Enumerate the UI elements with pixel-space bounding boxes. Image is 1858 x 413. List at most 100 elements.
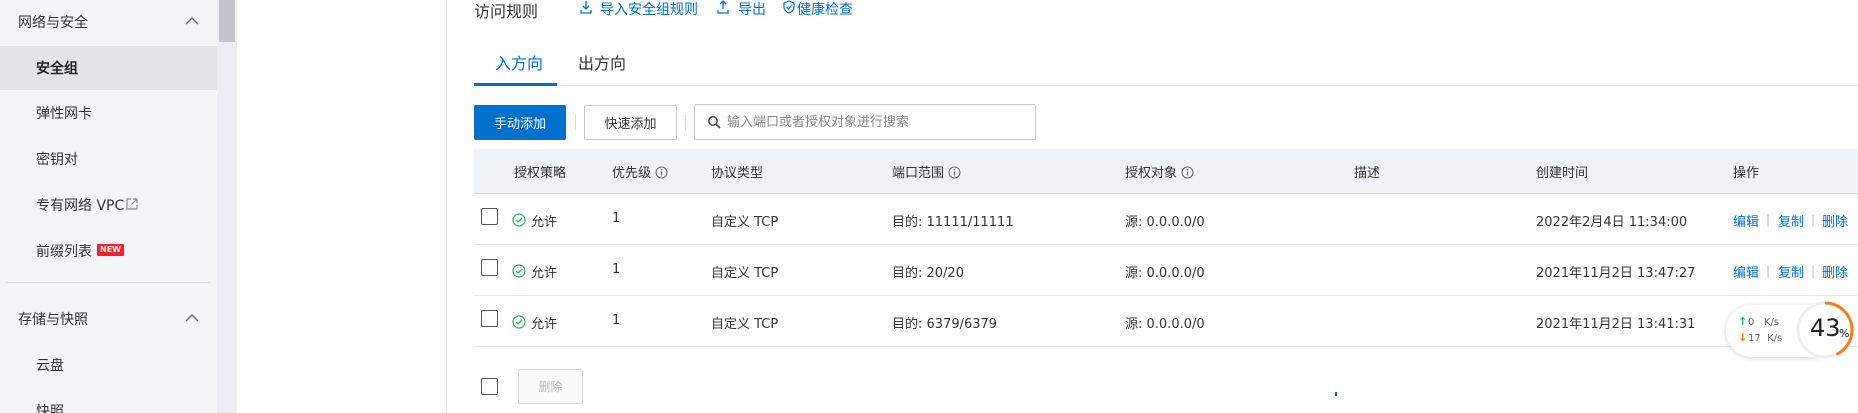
cell-priority: 1 — [612, 211, 621, 226]
download-value: 17 — [1748, 333, 1761, 344]
copy-link[interactable]: 复制 — [1778, 262, 1804, 281]
upload-speed: ↑0 K/s — [1738, 315, 1779, 328]
action-separator: | — [1766, 213, 1771, 227]
column-header-description: 描述 — [1354, 166, 1381, 181]
allow-check-icon — [512, 315, 526, 329]
info-icon[interactable] — [948, 166, 961, 179]
info-icon[interactable] — [1181, 166, 1194, 179]
sidebar-group-storage-snapshot[interactable]: 存储与快照 — [0, 297, 217, 341]
health-check-link[interactable]: 健康检查 — [797, 0, 853, 19]
section-title: 访问规则 — [474, 2, 539, 21]
allow-check-icon — [512, 213, 526, 227]
table-row: 允许 1 自定义 TCP 目的: 11111/11111 源: 0.0.0.0/… — [474, 194, 1858, 245]
column-header-label: 端口范围 — [892, 166, 945, 181]
chevron-up-icon — [185, 17, 199, 25]
download-unit: K/s — [1767, 333, 1783, 344]
upload-value: 0 — [1748, 317, 1755, 328]
sidebar-item-label: 前缀列表 — [36, 244, 92, 260]
sidebar-item-label: 专有网络 VPC — [36, 198, 125, 214]
stray-dot — [1335, 392, 1337, 396]
sidebar: 网络与安全 安全组 弹性网卡 密钥对 专有网络 VPC 前缀列表 NEW 存储与… — [0, 0, 237, 413]
cell-created: 2022年2月4日 11:34:00 — [1536, 215, 1688, 230]
cpu-unit: % — [1839, 327, 1850, 340]
cell-protocol: 自定义 TCP — [711, 215, 779, 230]
cell-source: 源: 0.0.0.0/0 — [1125, 317, 1205, 332]
delete-link[interactable]: 删除 — [1822, 262, 1848, 281]
table-row: 允许 1 自定义 TCP 目的: 6379/6379 源: 0.0.0.0/0 … — [474, 296, 1858, 347]
chevron-up-icon — [185, 314, 199, 322]
edit-link[interactable]: 编辑 — [1733, 211, 1759, 230]
column-header-label: 授权对象 — [1125, 166, 1178, 181]
delete-link[interactable]: 删除 — [1822, 211, 1848, 230]
import-rules-link[interactable]: 导入安全组规则 — [600, 0, 698, 19]
quick-add-button[interactable]: 快速添加 — [584, 105, 677, 140]
batch-delete-button[interactable]: 删除 — [518, 369, 583, 404]
row-checkbox[interactable] — [481, 208, 498, 225]
network-monitor-widget[interactable]: ↑0 K/s ↓17 K/s 43 % — [1726, 297, 1858, 363]
column-header-policy: 授权策略 — [514, 166, 567, 181]
cell-protocol: 自定义 TCP — [711, 317, 779, 332]
select-all-checkbox[interactable] — [481, 378, 498, 395]
cell-priority: 1 — [612, 262, 621, 277]
column-header-created: 创建时间 — [1536, 166, 1589, 181]
new-badge: NEW — [97, 244, 124, 256]
sidebar-scrollbar[interactable] — [217, 0, 237, 413]
export-link[interactable]: 导出 — [738, 0, 766, 19]
manual-add-button[interactable]: 手动添加 — [474, 105, 566, 140]
tab-inbound[interactable]: 入方向 — [495, 50, 543, 74]
sidebar-group-network-security[interactable]: 网络与安全 — [0, 0, 217, 44]
row-checkbox[interactable] — [481, 310, 498, 327]
sidebar-item-snapshot[interactable]: 快照 — [0, 389, 217, 413]
tab-outbound[interactable]: 出方向 — [578, 50, 626, 74]
sidebar-group-label: 网络与安全 — [18, 15, 88, 31]
download-speed: ↓17 K/s — [1738, 331, 1782, 344]
cell-created: 2021年11月2日 13:41:31 — [1536, 317, 1696, 332]
content-divider — [446, 0, 447, 413]
search-icon — [708, 116, 721, 129]
action-separator: | — [1811, 213, 1816, 227]
cell-created: 2021年11月2日 13:47:27 — [1536, 266, 1696, 281]
tab-active-indicator — [474, 83, 557, 86]
sidebar-item-prefix-list[interactable]: 前缀列表 NEW — [0, 229, 217, 273]
toolbar-separator — [685, 115, 686, 130]
sidebar-item-key-pairs[interactable]: 密钥对 — [0, 137, 217, 181]
cell-source: 源: 0.0.0.0/0 — [1125, 266, 1205, 281]
sidebar-divider — [6, 282, 210, 283]
edit-link[interactable]: 编辑 — [1733, 262, 1759, 281]
cell-policy: 允许 — [531, 317, 558, 332]
import-icon — [580, 1, 592, 14]
cell-priority: 1 — [612, 313, 621, 328]
cell-policy: 允许 — [531, 215, 558, 230]
sidebar-item-label: 弹性网卡 — [36, 106, 92, 122]
sidebar-item-vpc[interactable]: 专有网络 VPC — [0, 183, 217, 227]
sidebar-group-label: 存储与快照 — [18, 312, 88, 328]
column-header-priority: 优先级 — [612, 162, 668, 181]
search-input[interactable] — [727, 113, 1027, 131]
sidebar-scrollbar-thumb[interactable] — [219, 0, 235, 42]
copy-link[interactable]: 复制 — [1778, 211, 1804, 230]
external-link-icon — [126, 198, 138, 210]
sidebar-item-label: 快照 — [36, 404, 64, 413]
export-icon — [717, 0, 729, 14]
cell-policy: 允许 — [531, 266, 558, 281]
sidebar-item-label: 密钥对 — [36, 152, 78, 168]
cpu-value: 43 — [1810, 314, 1841, 342]
search-box — [694, 104, 1036, 140]
sidebar-item-label: 安全组 — [36, 61, 78, 77]
upload-unit: K/s — [1763, 317, 1780, 328]
sidebar-item-label: 云盘 — [36, 358, 64, 374]
info-icon[interactable] — [655, 166, 668, 179]
cell-port: 目的: 11111/11111 — [892, 215, 1014, 230]
shield-check-icon — [783, 0, 795, 14]
action-separator: | — [1811, 264, 1816, 278]
sidebar-item-cloud-disk[interactable]: 云盘 — [0, 343, 217, 387]
row-checkbox[interactable] — [481, 259, 498, 276]
column-header-label: 优先级 — [612, 166, 652, 181]
table-row: 允许 1 自定义 TCP 目的: 20/20 源: 0.0.0.0/0 2021… — [474, 245, 1858, 296]
cell-protocol: 自定义 TCP — [711, 266, 779, 281]
column-header-actions: 操作 — [1733, 166, 1760, 181]
tabs-divider — [474, 85, 1858, 86]
sidebar-item-security-group[interactable]: 安全组 — [0, 46, 217, 90]
table-header: 授权策略 优先级 协议类型 端口范围 授权对象 描述 创建时间 操作 — [474, 149, 1858, 194]
sidebar-item-eni[interactable]: 弹性网卡 — [0, 91, 217, 135]
